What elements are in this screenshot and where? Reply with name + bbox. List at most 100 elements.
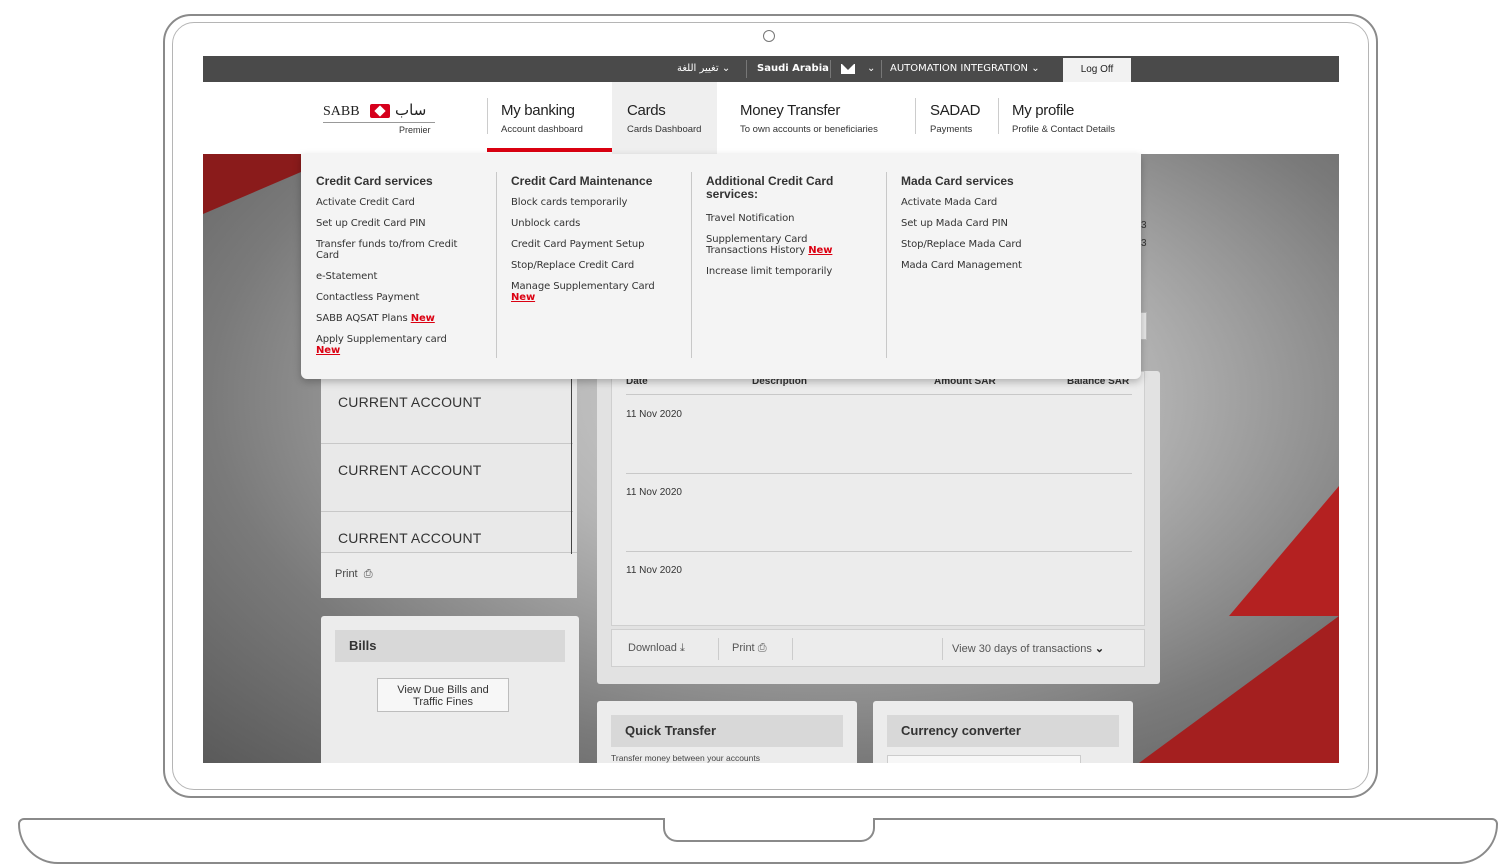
menu-item-activate-credit-card[interactable]: Activate Credit Card (316, 197, 415, 208)
quick-transfer-header: Quick Transfer (611, 715, 843, 747)
menu-item-setup-credit-card-pin[interactable]: Set up Credit Card PIN (316, 218, 426, 229)
menu-item-transfer-funds[interactable]: Transfer funds to/from Credit Card (316, 239, 457, 261)
button-line: View Due Bills and (397, 684, 489, 696)
menu-item-line: Supplementary Card (706, 234, 808, 245)
menu-heading: Credit Card services (316, 174, 433, 188)
divider (626, 394, 1132, 395)
divider (746, 60, 747, 78)
logo-tier: Premier (399, 125, 431, 135)
menu-item-increase-limit[interactable]: Increase limit temporarily (706, 266, 832, 277)
account-name: CURRENT ACCOUNT (338, 394, 482, 410)
account-row[interactable]: CURRENT ACCOUNT (321, 376, 573, 444)
menu-item-supplementary-history[interactable]: Supplementary Card Transactions History … (706, 234, 832, 256)
menu-item-manage-supplementary-card[interactable]: Manage Supplementary Card New (511, 281, 655, 303)
button-line: Traffic Fines (413, 696, 473, 708)
account-row[interactable]: CURRENT ACCOUNT (321, 444, 573, 512)
menu-item-line: Card (316, 250, 339, 261)
currency-converter-panel: Currency converter (873, 701, 1133, 763)
language-label: تغيير اللغة (677, 63, 719, 74)
menu-heading: Additional Credit Card services: (706, 175, 833, 201)
printer-icon: ⎙ (363, 568, 373, 580)
menu-item-label: Apply Supplementary card (316, 334, 447, 345)
nav-title: My banking (501, 102, 575, 119)
print-label: Print (335, 568, 358, 580)
menu-item-contactless-payment[interactable]: Contactless Payment (316, 292, 419, 303)
credit-card-services-column: Credit Card services Activate Credit Car… (316, 154, 496, 359)
view-30-days-dropdown[interactable]: View 30 days of transactions ⌄ (952, 642, 1104, 655)
menu-item-aqsat-plans[interactable]: SABB AQSAT Plans New (316, 313, 435, 324)
menu-item-e-statement[interactable]: e-Statement (316, 271, 377, 282)
bills-header: Bills (335, 630, 565, 662)
currency-converter-header: Currency converter (887, 715, 1119, 747)
menu-heading: Credit Card Maintenance (511, 174, 653, 188)
menu-item-mada-card-management[interactable]: Mada Card Management (901, 260, 1022, 271)
bills-title: Bills (349, 638, 377, 653)
new-badge: New (316, 345, 341, 356)
menu-item-stop-replace-mada-card[interactable]: Stop/Replace Mada Card (901, 239, 1022, 250)
menu-item-block-cards[interactable]: Block cards temporarily (511, 197, 627, 208)
menu-item-activate-mada-card[interactable]: Activate Mada Card (901, 197, 997, 208)
menu-item-travel-notification[interactable]: Travel Notification (706, 213, 794, 224)
account-row[interactable]: CURRENT ACCOUNT (321, 512, 573, 552)
chevron-down-icon[interactable]: ⌄ (867, 56, 875, 82)
printer-icon: ⎙ (757, 642, 767, 654)
laptop-notch (663, 818, 875, 842)
menu-item-unblock-cards[interactable]: Unblock cards (511, 218, 580, 229)
screen: تغيير اللغة ⌄ Saudi Arabia ⌄ AUTOMATION … (203, 56, 1339, 763)
menu-item-apply-supplementary-card[interactable]: Apply Supplementary card New (316, 334, 447, 356)
nav-cards[interactable]: Cards Cards Dashboard (627, 82, 722, 154)
language-switch[interactable]: تغيير اللغة ⌄ (677, 56, 730, 82)
menu-item-label: Transactions History (706, 245, 806, 256)
print-button[interactable]: Print ⎙ (732, 642, 767, 655)
camera-icon (763, 30, 775, 42)
quick-transfer-panel: Quick Transfer Transfer money between yo… (597, 701, 857, 763)
background-accent-right-upper (1229, 486, 1339, 616)
nav-subtitle: Profile & Contact Details (1012, 124, 1115, 135)
divider (881, 60, 882, 78)
quick-transfer-title: Quick Transfer (625, 723, 717, 738)
download-button[interactable]: Download ⤓ (628, 642, 685, 655)
logo-text-en: SABB (323, 104, 360, 119)
background-accent-right (1139, 616, 1339, 763)
nav-subtitle: Account dashboard (501, 124, 583, 135)
menu-item-setup-mada-pin[interactable]: Set up Mada Card PIN (901, 218, 1008, 229)
nav-title: Cards (627, 102, 666, 119)
nav-title: Money Transfer (740, 102, 841, 119)
menu-item-stop-replace-credit-card[interactable]: Stop/Replace Credit Card (511, 260, 634, 271)
menu-heading: Mada Card services (901, 174, 1014, 188)
download-icon: ⤓ (679, 642, 685, 654)
account-name: CURRENT ACCOUNT (338, 462, 482, 478)
country-selector[interactable]: Saudi Arabia (757, 56, 829, 82)
nav-subtitle: To own accounts or beneficiaries (740, 124, 878, 135)
nav-sadad[interactable]: SADAD Payments (930, 82, 990, 154)
logoff-button[interactable]: Log Off (1063, 58, 1131, 82)
divider (487, 98, 488, 134)
divider (830, 60, 831, 78)
divider (691, 172, 692, 358)
partial-text: 3 (1141, 238, 1147, 249)
print-button[interactable]: Print ⎙ (335, 568, 373, 581)
divider (915, 98, 916, 134)
currency-amount-field[interactable] (887, 755, 1081, 763)
view-label: View 30 days of transactions (952, 643, 1092, 655)
new-badge: New (410, 313, 435, 324)
nav-active-indicator (487, 148, 612, 152)
user-menu[interactable]: AUTOMATION INTEGRATION ⌄ (890, 56, 1040, 82)
view-due-bills-button[interactable]: View Due Bills and Traffic Fines (377, 678, 509, 712)
menu-item-line: Transfer funds to/from Credit (316, 239, 458, 250)
additional-services-column: Additional Credit Card services: Travel … (706, 154, 886, 359)
nav-my-profile[interactable]: My profile Profile & Contact Details (1012, 82, 1142, 154)
nav-money-transfer[interactable]: Money Transfer To own accounts or benefi… (740, 82, 920, 154)
nav-my-banking[interactable]: My banking Account dashboard (501, 82, 611, 154)
new-badge: New (511, 292, 536, 303)
menu-heading-line: services: (706, 187, 759, 201)
chevron-down-icon: ⌄ (1094, 643, 1105, 655)
menu-item-payment-setup[interactable]: Credit Card Payment Setup (511, 239, 644, 250)
chevron-down-icon: ⌄ (1031, 63, 1040, 74)
cards-mega-menu: Credit Card services Activate Credit Car… (301, 154, 1141, 379)
divider (571, 376, 572, 554)
divider (718, 638, 719, 660)
accounts-panel: CURRENT ACCOUNT CURRENT ACCOUNT CURRENT … (321, 376, 577, 598)
mail-icon[interactable] (841, 64, 855, 74)
nav-title: My profile (1012, 102, 1075, 119)
